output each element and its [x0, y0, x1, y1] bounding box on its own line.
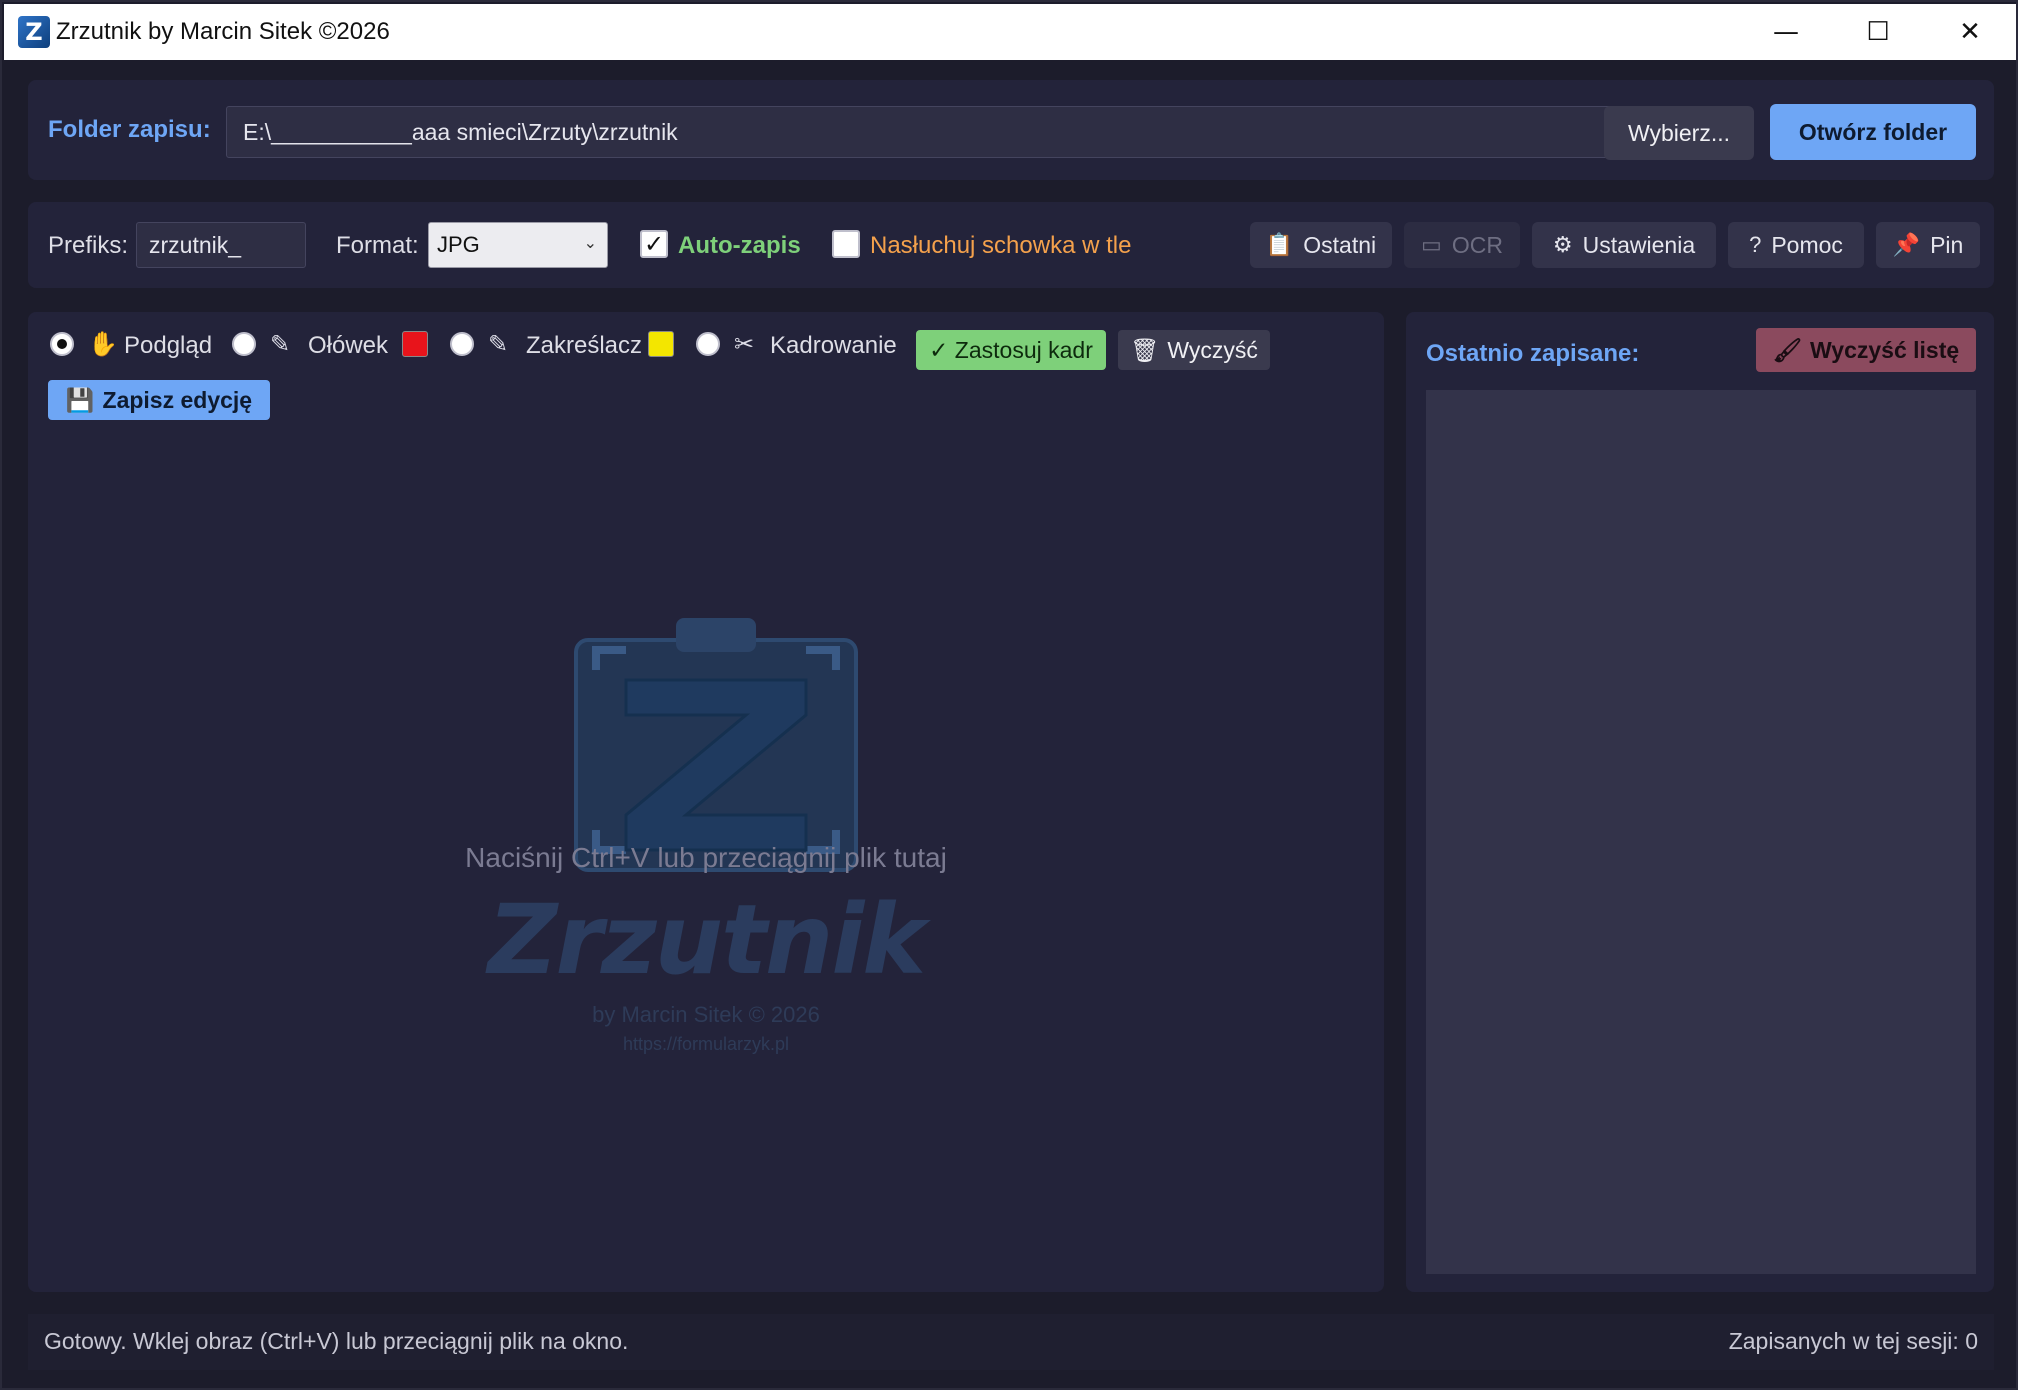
save-edit-button[interactable]: 💾 Zapisz edycję: [48, 380, 270, 420]
image-icon: ▭: [1421, 232, 1442, 257]
recent-saves-panel: Ostatnio zapisane: 🖌 Wyczyść listę: [1406, 312, 1994, 1292]
prefix-label: Prefiks:: [48, 232, 129, 259]
options-panel: Prefiks: zrzutnik_ Format: JPG ⌄ ✓ Auto-…: [28, 202, 1994, 288]
help-button[interactable]: ? Pomoc: [1728, 222, 1864, 268]
settings-button[interactable]: ⚙ Ustawienia: [1532, 222, 1716, 268]
pin-button[interactable]: 📌 Pin: [1876, 222, 1980, 268]
mode-pencil-label[interactable]: Ołówek: [308, 332, 388, 360]
pencil-icon: ✎: [270, 330, 291, 358]
highlighter-icon: ✎: [488, 330, 509, 358]
listen-clipboard-checkbox[interactable]: [832, 230, 860, 258]
session-save-count: Zapisanych w tej sesji: 0: [1728, 1328, 1978, 1354]
status-bar: Gotowy. Wklej obraz (Ctrl+V) lub przecią…: [28, 1314, 1994, 1370]
recent-saves-title: Ostatnio zapisane:: [1426, 340, 1640, 367]
question-icon: ?: [1749, 232, 1762, 257]
prefix-input[interactable]: zrzutnik_: [136, 222, 306, 268]
scissors-icon: ✂: [734, 330, 755, 358]
clear-button-label: Wyczyść: [1167, 336, 1258, 363]
close-button[interactable]: ✕: [1924, 4, 2016, 60]
editor-panel[interactable]: ✋ Podgląd ✎ Ołówek ✎ Zakreślacz ✂ Kadrow…: [28, 312, 1384, 1292]
mode-crop-radio[interactable]: [696, 332, 720, 356]
auto-save-label[interactable]: Auto-zapis: [678, 232, 801, 260]
format-selected-value: JPG: [437, 232, 480, 257]
listen-clipboard-label[interactable]: Nasłuchuj schowka w tle: [870, 232, 1131, 260]
mode-highlighter-label[interactable]: Zakreślacz: [526, 332, 642, 360]
app-window: Z Zrzutnik by Marcin Sitek ©2026 — ☐ ✕ F…: [0, 0, 2018, 1390]
app-logo-icon: Z: [18, 16, 50, 48]
pencil-color-swatch[interactable]: [402, 331, 428, 357]
choose-folder-button[interactable]: Wybierz...: [1604, 106, 1754, 160]
highlighter-color-swatch[interactable]: [648, 331, 674, 357]
hand-icon: ✋: [88, 330, 118, 358]
mode-pencil-radio[interactable]: [232, 332, 256, 356]
settings-button-label: Ustawienia: [1582, 231, 1696, 258]
format-select[interactable]: JPG ⌄: [428, 222, 608, 268]
apply-crop-button[interactable]: ✓ Zastosuj kadr: [916, 330, 1106, 370]
recent-saves-list[interactable]: [1426, 390, 1976, 1274]
recent-button-label: Ostatni: [1303, 231, 1377, 258]
pin-button-label: Pin: [1930, 231, 1964, 258]
save-folder-panel: Folder zapisu: E:\___________aaa smieci\…: [28, 80, 1994, 180]
logo-byline: by Marcin Sitek © 2026: [592, 1002, 820, 1027]
clear-button[interactable]: 🗑 Wyczyść: [1118, 330, 1270, 370]
clear-list-button[interactable]: 🖌 Wyczyść listę: [1756, 328, 1976, 372]
pin-icon: 📌: [1892, 232, 1921, 257]
status-message: Gotowy. Wklej obraz (Ctrl+V) lub przecią…: [44, 1328, 629, 1354]
recent-button[interactable]: 📋 Ostatni: [1250, 222, 1392, 268]
folder-label: Folder zapisu:: [48, 116, 211, 143]
mode-preview-label[interactable]: Podgląd: [124, 332, 212, 360]
auto-save-checkbox[interactable]: ✓: [640, 230, 668, 258]
logo-wordmark: Zrzutnik: [487, 884, 926, 996]
open-folder-button[interactable]: Otwórz folder: [1770, 104, 1976, 160]
minimize-button[interactable]: —: [1740, 4, 1832, 60]
logo-url: https://formularzyk.pl: [622, 1034, 790, 1054]
mode-crop-label[interactable]: Kadrowanie: [770, 332, 897, 360]
folder-path-input[interactable]: E:\___________aaa smieci\Zrzuty\zrzutnik: [226, 106, 1614, 158]
clear-list-label: Wyczyść listę: [1810, 336, 1960, 363]
floppy-disk-icon: 💾: [65, 386, 95, 413]
drop-hint-text: Naciśnij Ctrl+V lub przeciągnij plik tut…: [465, 842, 947, 873]
mode-preview-radio[interactable]: [50, 332, 74, 356]
gear-icon: ⚙: [1552, 232, 1573, 257]
format-label: Format:: [336, 232, 419, 259]
ocr-button[interactable]: ▭ OCR: [1404, 222, 1520, 268]
window-title: Zrzutnik by Marcin Sitek ©2026: [56, 18, 390, 45]
chevron-down-icon: ⌄: [583, 235, 597, 252]
clipboard-icon: 📋: [1265, 232, 1294, 257]
ocr-button-label: OCR: [1451, 231, 1503, 258]
check-icon: ✓: [643, 230, 665, 258]
mode-highlighter-radio[interactable]: [450, 332, 474, 356]
title-bar[interactable]: Z Zrzutnik by Marcin Sitek ©2026 — ☐ ✕: [4, 4, 2016, 60]
help-button-label: Pomoc: [1771, 231, 1843, 258]
save-edit-label: Zapisz edycję: [102, 386, 253, 413]
maximize-button[interactable]: ☐: [1832, 4, 1924, 60]
broom-icon: 🖌: [1772, 336, 1803, 363]
trash-icon: 🗑: [1130, 336, 1160, 363]
